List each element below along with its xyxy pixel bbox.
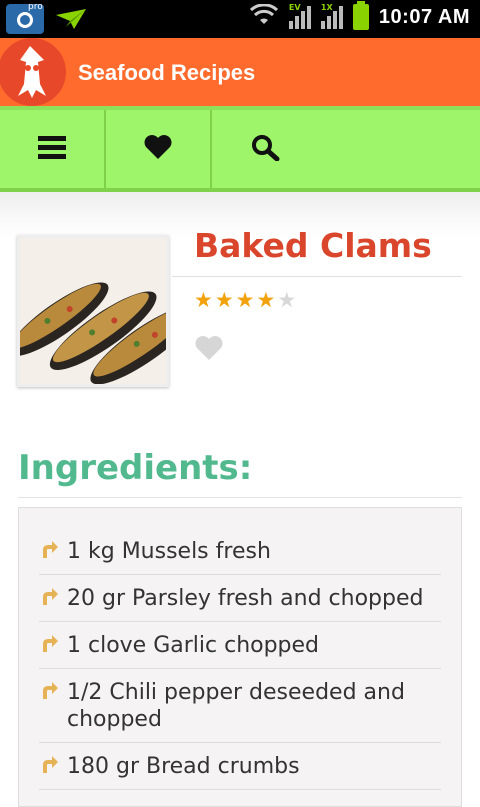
bullet-arrow-icon (39, 538, 67, 562)
list-item: 180 gr Bread crumbs (39, 743, 441, 790)
menu-tab[interactable] (0, 110, 106, 188)
list-item: 1/2 Chili pepper deseeded and chopped (39, 669, 441, 743)
clock: 10:07 AM (378, 5, 470, 28)
wifi-icon (249, 3, 279, 30)
signal-ev-icon: EV (288, 3, 311, 29)
ingredient-text: 1 clove Garlic chopped (67, 633, 320, 658)
recipe-photo[interactable] (17, 235, 169, 387)
recipe-title: Baked Clams (194, 226, 432, 265)
star-empty-icon: ★ (277, 288, 297, 312)
bullet-arrow-icon (39, 679, 67, 703)
ingredients-heading: Ingredients: (18, 448, 253, 488)
ingredient-text: 20 gr Parsley fresh and chopped (67, 586, 424, 611)
rating-stars[interactable]: ★ ★ ★ ★ ★ (194, 288, 296, 312)
ingredient-text: 180 gr Bread crumbs (67, 754, 300, 779)
ingredients-divider (18, 497, 462, 498)
ingredients-list: 1 kg Mussels fresh 20 gr Parsley fresh a… (19, 508, 461, 790)
favorite-heart-icon[interactable] (194, 335, 224, 361)
screenshot-camera-icon: pro (6, 2, 44, 34)
ingredients-list-box: 1 kg Mussels fresh 20 gr Parsley fresh a… (18, 507, 462, 807)
list-item: 1 clove Garlic chopped (39, 622, 441, 669)
menu-icon (38, 135, 66, 163)
favorites-tab[interactable] (106, 110, 212, 188)
bullet-arrow-icon (39, 632, 67, 656)
star-icon: ★ (235, 288, 255, 312)
status-bar: pro EV 1X 10:07 AM (0, 0, 480, 38)
bullet-arrow-icon (39, 585, 67, 609)
paper-plane-icon (54, 7, 88, 31)
bullet-arrow-icon (39, 753, 67, 777)
search-icon (250, 133, 280, 165)
signal-1x-icon: 1X (320, 3, 343, 29)
list-item: 1 kg Mussels fresh (39, 528, 441, 575)
star-icon: ★ (214, 288, 234, 312)
heart-icon (143, 134, 173, 164)
toolbar (0, 106, 480, 192)
ingredient-text: 1 kg Mussels fresh (67, 539, 271, 564)
star-icon: ★ (194, 288, 213, 312)
ingredient-text: 1/2 Chili pepper deseeded and chopped (67, 680, 405, 732)
app-logo-icon[interactable] (0, 38, 70, 106)
app-title: Seafood Recipes (78, 60, 256, 85)
pro-badge: pro (28, 2, 43, 12)
battery-icon (352, 1, 369, 30)
list-item: 20 gr Parsley fresh and chopped (39, 575, 441, 622)
star-icon: ★ (256, 288, 276, 312)
action-bar: Seafood Recipes (0, 38, 480, 106)
title-divider (172, 276, 462, 277)
search-tab[interactable] (212, 110, 318, 188)
